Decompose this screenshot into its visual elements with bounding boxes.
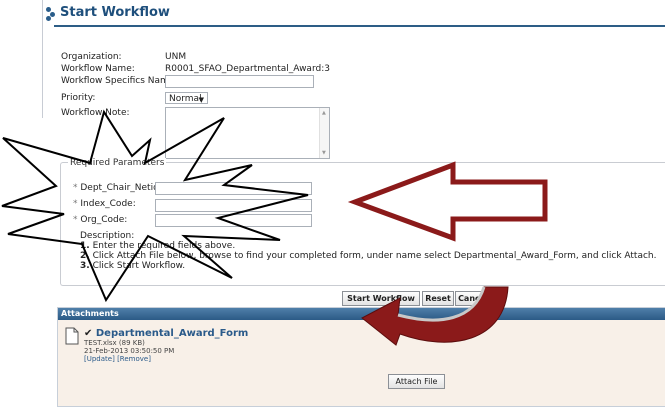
- curved-arrow-annotation: [361, 286, 509, 346]
- left-arrow-annotation: [347, 161, 548, 242]
- explosion-annotation: [1, 109, 309, 303]
- annotation-overlay: [1, 109, 548, 346]
